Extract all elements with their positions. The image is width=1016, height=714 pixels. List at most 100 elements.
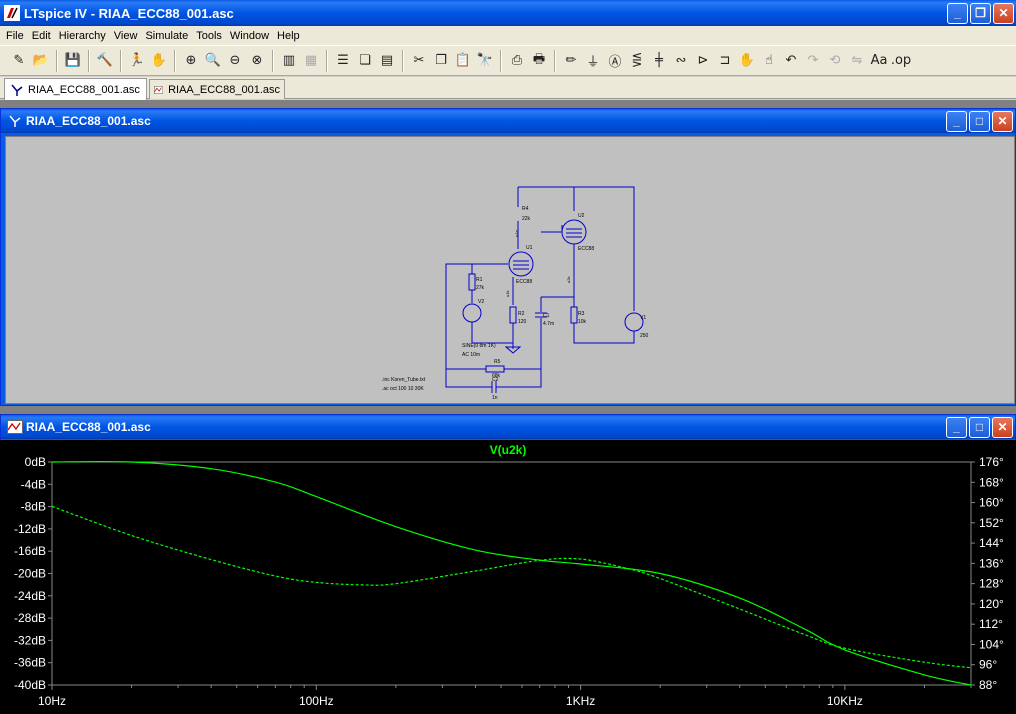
zoom-in-icon[interactable]: ⊕ xyxy=(180,50,202,72)
spice-directive-icon[interactable]: .op xyxy=(890,50,912,72)
autorange-icon[interactable]: ▥ xyxy=(278,50,300,72)
c1-label: C1 xyxy=(543,313,550,319)
mirror-icon[interactable]: ⇋ xyxy=(846,50,868,72)
menu-file[interactable]: File xyxy=(2,30,28,42)
run-icon[interactable]: 🏃 xyxy=(126,50,148,72)
pan-icon[interactable]: ✋ xyxy=(148,50,170,72)
schematic-maximize-button[interactable]: □ xyxy=(969,110,990,132)
ground-icon[interactable]: ⏚ xyxy=(582,50,604,72)
waveform-plot[interactable]: V(u2k) 0dB -4dB -8dB -12dB -16dB -20dB -24dB -2… xyxy=(0,440,1016,714)
r3-label: R3 xyxy=(578,311,585,317)
open-icon[interactable]: 📂 xyxy=(30,50,52,72)
x-tick-label: 1KHz xyxy=(566,694,595,708)
y-right-tick-label: 136° xyxy=(979,556,1004,570)
schematic-window-titlebar: RIAA_ECC88_001.asc _ □ ✕ xyxy=(1,109,1015,133)
diode-icon[interactable]: ⊳ xyxy=(692,50,714,72)
net-label-u1a: u1a xyxy=(514,230,519,237)
menu-edit[interactable]: Edit xyxy=(28,30,55,42)
label-icon[interactable]: Ⓐ xyxy=(604,50,626,72)
menu-hierarchy[interactable]: Hierarchy xyxy=(55,30,110,42)
x-tick-label: 10KHz xyxy=(827,694,863,708)
plot-frame xyxy=(51,461,972,686)
tab-schematic[interactable]: RIAA_ECC88_001.asc xyxy=(4,78,147,100)
zoom-fit-icon[interactable]: ⊗ xyxy=(246,50,268,72)
menu-view[interactable]: View xyxy=(110,30,142,42)
schematic-canvas[interactable]: R4 22k U2 ECC88 U1 ECC88 R1 27k V2 R2 12… xyxy=(5,136,1015,404)
y-left-tick-label: -40dB xyxy=(14,678,46,692)
u2-type: ECC88 xyxy=(578,246,594,252)
waveform-icon xyxy=(7,420,23,434)
r2-body xyxy=(509,306,517,324)
paste-icon[interactable]: 📋 xyxy=(452,50,474,72)
draw-wire-icon[interactable]: ✏ xyxy=(560,50,582,72)
y-left-tick-label: 0dB xyxy=(25,455,46,469)
schematic-close-button[interactable]: ✕ xyxy=(992,110,1013,132)
tab-waveform-label: RIAA_ECC88_001.asc xyxy=(168,83,280,96)
zoom-area-icon[interactable]: 🔍 xyxy=(202,50,224,72)
control-panel-icon[interactable]: 🔨 xyxy=(94,50,116,72)
component-icon[interactable]: ⊐ xyxy=(714,50,736,72)
r1-label: R1 xyxy=(476,277,483,283)
menu-tools[interactable]: Tools xyxy=(192,30,226,42)
schematic-icon xyxy=(9,115,21,127)
grid-icon[interactable]: ▦ xyxy=(300,50,322,72)
v1-label: V1 xyxy=(640,315,646,321)
tile-vertical-icon[interactable]: ▤ xyxy=(376,50,398,72)
text-icon[interactable]: Aa xyxy=(868,50,890,72)
c2-label: C2 xyxy=(492,377,499,383)
u2-tube xyxy=(561,219,587,245)
y-left-tick-label: -12dB xyxy=(14,522,46,536)
u2-label: U2 xyxy=(578,213,585,219)
net-label-u2k: u2k xyxy=(566,277,571,283)
schematic-minimize-button[interactable]: _ xyxy=(946,110,967,132)
y-left-tick-label: -4dB xyxy=(21,477,46,491)
waveform-close-button[interactable]: ✕ xyxy=(992,416,1013,438)
document-tabs: RIAA_ECC88_001.asc RIAA_ECC88_001.asc xyxy=(0,77,1016,100)
toolbar-separator xyxy=(554,49,556,72)
r4-label: R4 xyxy=(522,206,529,212)
move-icon[interactable]: ✋ xyxy=(736,50,758,72)
cascade-icon[interactable]: ❏ xyxy=(354,50,376,72)
y-right-tick-label: 152° xyxy=(979,516,1004,530)
close-button[interactable]: ✕ xyxy=(993,2,1014,24)
capacitor-icon[interactable]: ╪ xyxy=(648,50,670,72)
maximize-button[interactable]: ❐ xyxy=(970,2,991,24)
undo-icon[interactable]: ↶ xyxy=(780,50,802,72)
rotate-icon[interactable]: ⟲ xyxy=(824,50,846,72)
find-icon[interactable]: 🔭 xyxy=(474,50,496,72)
save-icon[interactable]: 💾 xyxy=(62,50,84,72)
drag-icon[interactable]: ☝ xyxy=(758,50,780,72)
maximize-icon: □ xyxy=(975,420,984,434)
ltspice-app-icon xyxy=(4,5,20,21)
menu-help[interactable]: Help xyxy=(273,30,304,42)
tab-waveform[interactable]: RIAA_ECC88_001.asc xyxy=(149,79,285,99)
inductor-icon[interactable]: ∾ xyxy=(670,50,692,72)
zoom-out-icon[interactable]: ⊖ xyxy=(224,50,246,72)
menu-window[interactable]: Window xyxy=(226,30,273,42)
resistor-icon[interactable]: ⋚ xyxy=(626,50,648,72)
c1-value: 4.7m xyxy=(543,321,554,327)
cut-icon[interactable]: ✂ xyxy=(408,50,430,72)
v2-source xyxy=(462,303,482,323)
minimize-icon: _ xyxy=(954,6,961,20)
r5-label: R5 xyxy=(494,359,501,365)
x-tick-label: 100Hz xyxy=(299,694,334,708)
toolbar: ✎ 📂 💾 🔨 🏃 ✋ ⊕ 🔍 ⊖ ⊗ ▥ ▦ ☰ ❏ ▤ ✂ ❐ 📋 🔭 ⎙ 🖶 ✏ ⏚ Ⓐ ⋚ ╪ ∾ ⊳ ⊐ ✋ ☝ ↶ ↷ ⟲ ⇋ Aa .op xyxy=(0,46,1016,76)
phase-trace xyxy=(51,505,972,669)
waveform-maximize-button[interactable]: □ xyxy=(969,416,990,438)
v2-label: V2 xyxy=(478,299,484,305)
y-right-tick-label: 96° xyxy=(979,658,997,672)
new-schematic-icon[interactable]: ✎ xyxy=(8,50,30,72)
copy-icon[interactable]: ❐ xyxy=(430,50,452,72)
r3-value: 10k xyxy=(578,319,587,325)
redo-icon[interactable]: ↷ xyxy=(802,50,824,72)
waveform-minimize-button[interactable]: _ xyxy=(946,416,967,438)
wire-v2-bottom xyxy=(471,322,513,344)
print-icon[interactable]: 🖶 xyxy=(528,50,550,72)
y-right-tick-label: 104° xyxy=(979,637,1004,651)
print-setup-icon[interactable]: ⎙ xyxy=(506,50,528,72)
tile-horizontal-icon[interactable]: ☰ xyxy=(332,50,354,72)
menu-simulate[interactable]: Simulate xyxy=(141,30,192,42)
toolbar-separator xyxy=(326,49,328,72)
minimize-button[interactable]: _ xyxy=(947,2,968,24)
